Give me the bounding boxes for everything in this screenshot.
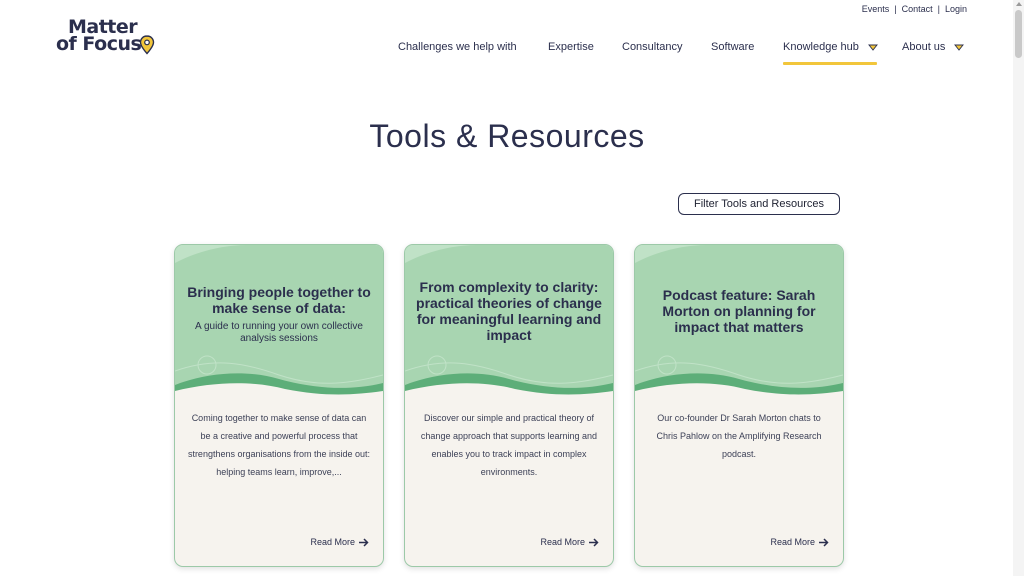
arrow-right-icon <box>589 537 599 547</box>
nav-label: Software <box>711 41 755 53</box>
card-header: Bringing people together to make sense o… <box>175 245 383 397</box>
page-title: Tools & Resources <box>369 118 645 154</box>
contact-link[interactable]: Contact <box>902 4 933 14</box>
nav-label: About us <box>902 41 946 53</box>
card-header: From complexity to clarity: practical th… <box>405 245 613 397</box>
divider: | <box>937 4 940 14</box>
read-more-link[interactable]: Read More <box>540 537 599 547</box>
scrollbar[interactable] <box>1013 0 1024 576</box>
read-more-link[interactable]: Read More <box>770 537 829 547</box>
resource-card[interactable]: Bringing people together to make sense o… <box>174 244 384 567</box>
login-link[interactable]: Login <box>945 4 967 14</box>
read-more-label: Read More <box>770 537 815 547</box>
read-more-label: Read More <box>310 537 355 547</box>
read-more-link[interactable]: Read More <box>310 537 369 547</box>
scroll-up-icon[interactable] <box>1016 2 1022 6</box>
nav-about-us[interactable]: About us <box>902 41 965 53</box>
nav-label: Expertise <box>548 41 594 53</box>
nav-label: Challenges we help with <box>398 41 517 53</box>
divider: | <box>894 4 897 14</box>
card-title: From complexity to clarity: practical th… <box>416 279 602 343</box>
card-header: Podcast feature: Sarah Morton on plannin… <box>635 245 843 397</box>
scrollbar-thumb[interactable] <box>1015 10 1022 58</box>
card-title: Podcast feature: Sarah Morton on plannin… <box>662 287 816 335</box>
filter-button[interactable]: Filter Tools and Resources <box>678 193 840 215</box>
arrow-right-icon <box>819 537 829 547</box>
card-subtitle: A guide to running your own collective a… <box>195 321 363 344</box>
location-pin-icon <box>139 35 155 55</box>
nav-consultancy[interactable]: Consultancy <box>622 41 683 53</box>
card-excerpt: Discover our simple and practical theory… <box>420 413 598 477</box>
logo-line-2: of Focus <box>56 33 142 55</box>
nav-label: Knowledge hub <box>783 41 859 53</box>
card-excerpt: Coming together to make sense of data ca… <box>187 413 371 477</box>
utility-nav: Events | Contact | Login <box>862 4 967 14</box>
caret-down-icon <box>954 44 965 51</box>
nav-knowledge-hub[interactable]: Knowledge hub <box>783 41 878 53</box>
caret-down-icon <box>867 44 878 51</box>
nav-label: Consultancy <box>622 41 683 53</box>
nav-challenges[interactable]: Challenges we help with <box>398 41 517 53</box>
nav-expertise[interactable]: Expertise <box>548 41 594 53</box>
arrow-right-icon <box>359 537 369 547</box>
read-more-label: Read More <box>540 537 585 547</box>
resource-card[interactable]: Podcast feature: Sarah Morton on plannin… <box>634 244 844 567</box>
card-title: Bringing people together to make sense o… <box>187 284 371 316</box>
site-logo[interactable]: Matter of Focus <box>56 18 155 55</box>
active-nav-indicator <box>783 62 877 65</box>
nav-software[interactable]: Software <box>711 41 754 53</box>
card-excerpt: Our co-founder Dr Sarah Morton chats to … <box>656 413 822 459</box>
events-link[interactable]: Events <box>862 4 890 14</box>
resource-card[interactable]: From complexity to clarity: practical th… <box>404 244 614 567</box>
